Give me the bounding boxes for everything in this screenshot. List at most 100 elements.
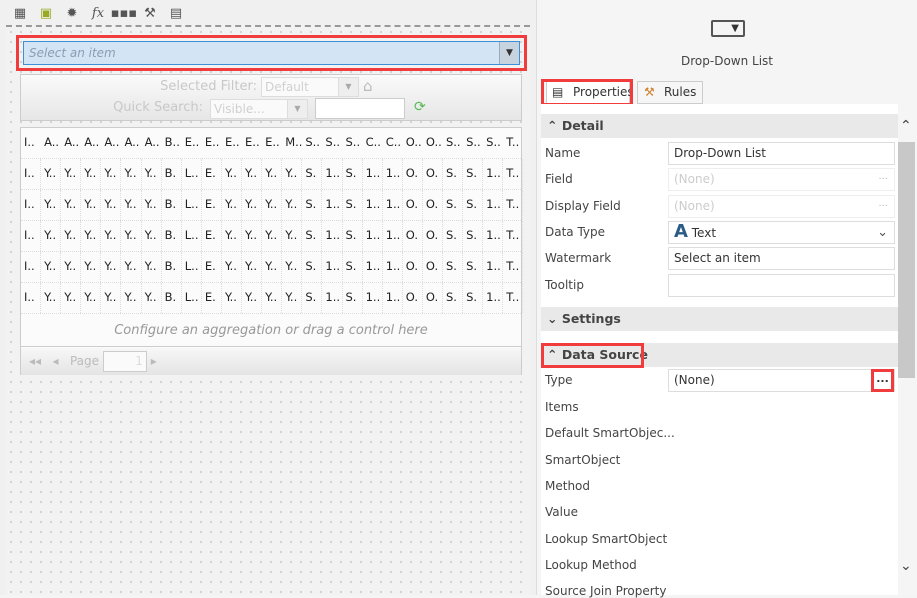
column-header[interactable]: O.. — [423, 128, 443, 158]
table-cell[interactable]: L.. — [182, 190, 202, 220]
refresh-icon[interactable]: ⟳ — [414, 99, 426, 115]
column-header[interactable]: M.. — [282, 128, 302, 158]
table-cell[interactable]: S. — [443, 221, 464, 251]
table-cell[interactable]: 1.. — [322, 221, 343, 251]
gear-icon[interactable]: ✹ — [62, 3, 82, 23]
table-cell[interactable]: E. — [202, 159, 222, 189]
quick-search-select[interactable]: Visible... ▼ — [210, 99, 308, 119]
column-header[interactable]: O.. — [403, 128, 423, 158]
first-page-icon[interactable]: ◂◂ — [29, 354, 41, 368]
prev-page-icon[interactable]: ◂ — [53, 354, 59, 368]
table-cell[interactable]: S. — [343, 252, 363, 282]
column-header[interactable]: E.. — [262, 128, 282, 158]
table-cell[interactable]: Y.. — [222, 252, 243, 282]
table-cell[interactable]: O. — [423, 221, 443, 251]
table-cell[interactable]: Y.. — [242, 221, 263, 251]
table-cell[interactable]: S. — [463, 221, 484, 251]
table-cell[interactable]: S. — [443, 190, 464, 220]
table-cell[interactable]: Y.. — [121, 283, 142, 313]
table-cell[interactable]: Y.. — [81, 221, 102, 251]
table-cell[interactable]: Y.. — [282, 252, 303, 282]
table-cell[interactable]: O. — [403, 221, 423, 251]
column-header[interactable]: A.. — [41, 128, 61, 158]
property-value-name[interactable]: Drop-Down List — [668, 142, 895, 165]
table-cell[interactable]: Y.. — [81, 283, 102, 313]
tab-rules[interactable]: ⚒ Rules — [637, 81, 703, 104]
table-cell[interactable]: S. — [343, 159, 363, 189]
table-cell[interactable]: Y.. — [142, 190, 162, 220]
table-cell[interactable]: Y.. — [61, 159, 82, 189]
table-cell[interactable]: Y.. — [101, 283, 122, 313]
table-cell[interactable]: Y.. — [242, 159, 263, 189]
table-cell[interactable]: 1.. — [363, 159, 383, 189]
table-cell[interactable]: L.. — [182, 252, 202, 282]
table-cell[interactable]: Y.. — [142, 283, 162, 313]
selected-filter-select[interactable]: Default ▼ — [261, 77, 359, 97]
table-cell[interactable]: E. — [202, 221, 222, 251]
column-header[interactable]: C.. — [363, 128, 383, 158]
table-cell[interactable]: T.. — [503, 221, 524, 251]
table-icon[interactable]: ▦ — [10, 3, 30, 23]
page-input[interactable]: 1 — [102, 351, 147, 372]
table-cell[interactable]: S. — [343, 283, 363, 313]
table-cell[interactable]: I.. — [21, 283, 42, 313]
table-cell[interactable]: S. — [302, 190, 323, 220]
section-settings[interactable]: ⌄ Settings — [541, 307, 898, 331]
table-cell[interactable]: Y.. — [282, 283, 303, 313]
table-cell[interactable]: T.. — [503, 159, 524, 189]
column-header[interactable]: T.. — [503, 128, 523, 158]
table-cell[interactable]: O. — [423, 283, 443, 313]
table-cell[interactable]: O. — [403, 190, 423, 220]
table-cell[interactable]: Y.. — [142, 221, 162, 251]
table-cell[interactable]: Y.. — [41, 283, 62, 313]
column-header[interactable]: S.. — [443, 128, 463, 158]
table-cell[interactable]: 1.. — [483, 159, 504, 189]
table-cell[interactable]: O. — [403, 252, 423, 282]
table-cell[interactable]: B. — [162, 159, 182, 189]
table-cell[interactable]: Y.. — [41, 221, 62, 251]
form-edit-icon[interactable]: ▣ — [36, 3, 56, 23]
table-cell[interactable]: S. — [443, 159, 464, 189]
table-cell[interactable]: I.. — [21, 252, 42, 282]
table-cell[interactable]: 1.. — [383, 190, 403, 220]
table-cell[interactable]: 1.. — [363, 221, 383, 251]
next-page-icon[interactable]: ▸ — [151, 354, 157, 368]
table-cell[interactable]: E. — [202, 190, 222, 220]
column-header[interactable]: S.. — [302, 128, 322, 158]
column-header[interactable]: I.. — [21, 128, 41, 158]
column-header[interactable]: A.. — [81, 128, 101, 158]
table-cell[interactable]: B. — [162, 252, 182, 282]
scroll-up-icon[interactable]: ⌃ — [900, 118, 912, 134]
table-cell[interactable]: Y.. — [142, 159, 162, 189]
table-cell[interactable]: Y.. — [41, 159, 62, 189]
table-cell[interactable]: L.. — [182, 159, 202, 189]
table-cell[interactable]: Y.. — [81, 159, 102, 189]
chevron-down-icon[interactable]: ⌄ — [877, 222, 888, 243]
table-cell[interactable]: Y.. — [101, 159, 122, 189]
table-cell[interactable]: 1.. — [383, 252, 403, 282]
fx-icon[interactable]: fx — [88, 3, 108, 23]
table-cell[interactable]: Y.. — [81, 252, 102, 282]
properties-icon[interactable]: ▤ — [166, 3, 186, 23]
table-cell[interactable]: 1.. — [483, 190, 504, 220]
table-cell[interactable]: Y.. — [222, 190, 243, 220]
column-header[interactable]: A.. — [101, 128, 121, 158]
table-cell[interactable]: 1.. — [483, 252, 504, 282]
property-value-display-field[interactable]: (None) ··· — [668, 194, 895, 218]
table-cell[interactable]: Y.. — [121, 252, 142, 282]
table-cell[interactable]: Y.. — [61, 283, 82, 313]
table-cell[interactable]: S. — [302, 159, 323, 189]
table-cell[interactable]: Y.. — [242, 252, 263, 282]
column-header[interactable]: A.. — [142, 128, 162, 158]
column-header[interactable]: E.. — [222, 128, 242, 158]
table-cell[interactable]: S. — [343, 190, 363, 220]
table-cell[interactable]: Y.. — [41, 252, 62, 282]
table-cell[interactable]: O. — [423, 252, 443, 282]
table-cell[interactable]: 1.. — [322, 283, 343, 313]
table-cell[interactable]: S. — [302, 283, 323, 313]
table-cell[interactable]: 1.. — [363, 252, 383, 282]
table-cell[interactable]: O. — [403, 283, 423, 313]
table-cell[interactable]: I.. — [21, 159, 42, 189]
drop-down-list-control[interactable]: Select an item ▼ — [23, 41, 520, 65]
section-detail[interactable]: ⌃ Detail — [541, 114, 898, 138]
